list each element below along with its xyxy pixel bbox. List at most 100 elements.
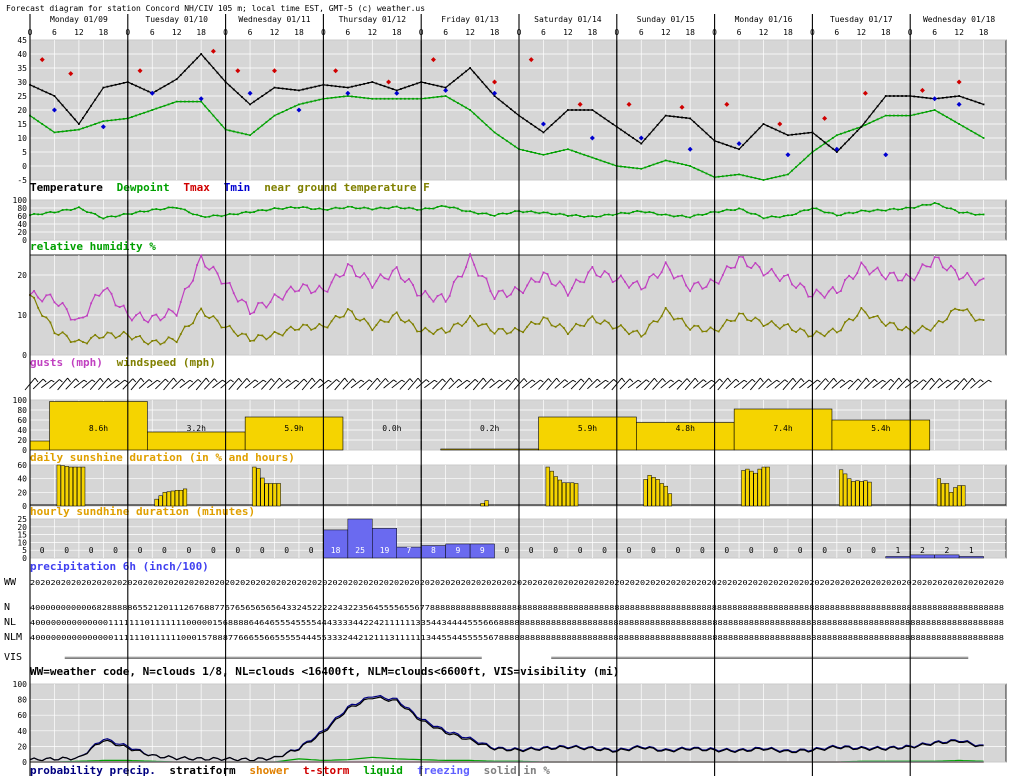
- gusts-line-point: [644, 286, 647, 289]
- gusts-line-point: [526, 284, 529, 287]
- humidity-line-point: [827, 211, 830, 214]
- temperature-line-point: [860, 125, 863, 128]
- dewpoint-line-point: [285, 109, 288, 111]
- humidity-line-point: [86, 211, 88, 214]
- humidity-line-point: [285, 206, 288, 209]
- gusts-line-point: [33, 290, 35, 292]
- humidity-line-point: [69, 209, 72, 212]
- legend-prob-2: shower: [249, 764, 289, 777]
- hourly-sunshine-bar: [81, 466, 86, 507]
- windspeed-line-point: [868, 317, 871, 320]
- dewpoint-line-point: [277, 112, 280, 115]
- hourly-sunshine-bar: [749, 470, 754, 507]
- gusts-line-point: [656, 276, 659, 279]
- temperature-line-point: [827, 144, 830, 147]
- hourly-sunshine-bar: [178, 490, 184, 507]
- windspeed-line-point: [440, 327, 443, 330]
- y-tick-label: 20: [17, 436, 27, 445]
- gusts-line-point: [367, 278, 370, 280]
- windspeed-line-point: [147, 343, 150, 346]
- gusts-line-point: [562, 285, 565, 288]
- day-label: Thursday 01/12: [339, 15, 407, 24]
- dewpoint-line-point: [448, 97, 451, 100]
- humidity-line-point: [888, 208, 891, 211]
- windspeed-line-point: [53, 332, 56, 335]
- legend-temperature-0: Temperature: [30, 181, 103, 194]
- dewpoint-line-point: [905, 114, 908, 117]
- windspeed-line-point: [591, 315, 594, 318]
- gusts-line-point: [632, 282, 634, 284]
- humidity-line-point: [253, 211, 256, 213]
- gusts-line-point: [664, 261, 667, 264]
- windspeed-line-point: [269, 335, 272, 338]
- humidity-line-point: [78, 206, 80, 209]
- gusts-line-point: [293, 290, 296, 293]
- windspeed-line-point: [791, 329, 793, 332]
- windspeed-line-point: [599, 322, 602, 325]
- dewpoint-line-point: [697, 168, 700, 171]
- temperature-line-point: [334, 85, 337, 88]
- humidity-line-point: [819, 209, 822, 212]
- dewpoint-line-point: [799, 162, 802, 165]
- precip-label: 0: [162, 546, 167, 555]
- dewpoint-line-point: [342, 95, 345, 98]
- dewpoint-line-point: [379, 97, 382, 100]
- y-tick-label: 5: [22, 546, 27, 555]
- dewpoint-line-point: [868, 122, 871, 124]
- dewpoint-line-point: [815, 148, 818, 151]
- humidity-line-point: [493, 214, 496, 217]
- hourly-sunshine-bar: [166, 491, 171, 507]
- dewpoint-line-point: [192, 100, 194, 103]
- windspeed-line-point: [664, 307, 667, 309]
- dewpoint-line-point: [954, 120, 956, 123]
- humidity-line-point: [452, 206, 455, 209]
- dewpoint-line-point: [428, 96, 431, 99]
- gusts-line-point: [448, 294, 451, 297]
- gusts-line-point: [379, 273, 382, 276]
- dewpoint-line-point: [147, 110, 150, 113]
- windspeed-line-point: [954, 307, 956, 310]
- humidity-line-point: [770, 215, 773, 218]
- humidity-line-point: [538, 212, 541, 215]
- dewpoint-line-point: [416, 97, 419, 100]
- hourly-sunshine-bar: [183, 488, 188, 507]
- humidity-line-point: [575, 214, 577, 216]
- temperature-line-point: [306, 87, 308, 90]
- gusts-line-point: [269, 301, 272, 303]
- precip-label: 0: [627, 546, 632, 555]
- windspeed-line-point: [917, 329, 920, 331]
- y-tick-label: 0: [22, 351, 27, 360]
- temperature-line-point: [461, 73, 463, 76]
- precip-label: 18: [331, 546, 341, 555]
- gusts-line-point: [363, 272, 366, 275]
- dewpoint-line-point: [351, 95, 353, 98]
- dewpoint-line-point: [738, 173, 740, 176]
- humidity-line-point: [717, 211, 720, 214]
- windspeed-line-point: [689, 328, 692, 331]
- legend-temperature-2: Tmax: [183, 181, 210, 194]
- humidity-line-point: [562, 213, 565, 216]
- windspeed-line-point: [852, 319, 855, 322]
- hour-tick-label: 12: [465, 28, 475, 37]
- dewpoint-line-point: [632, 166, 634, 169]
- humidity-line-point: [848, 211, 850, 214]
- windspeed-line-point: [363, 317, 366, 320]
- dewpoint-line-point: [656, 162, 659, 165]
- dewpoint-line-point: [542, 153, 545, 156]
- dewpoint-line-point: [970, 130, 973, 132]
- gusts-line-point: [595, 274, 598, 277]
- legend-sund-0: daily sunshine duration (in % and hours): [30, 451, 295, 464]
- windspeed-line-point: [966, 308, 969, 311]
- windspeed-line-point: [538, 322, 541, 325]
- temperature-line-point: [346, 86, 349, 89]
- hour-tick-label: 12: [563, 28, 573, 37]
- gusts-line-point: [289, 285, 292, 288]
- gusts-line-point: [391, 269, 394, 272]
- windspeed-line-point: [607, 321, 610, 324]
- humidity-line-point: [844, 212, 846, 215]
- humidity-line-point: [840, 214, 842, 217]
- dewpoint-line-point: [497, 134, 500, 137]
- temperature-line-point: [734, 146, 736, 149]
- gusts-line-point: [624, 280, 626, 283]
- hour-tick-label: 6: [345, 28, 350, 37]
